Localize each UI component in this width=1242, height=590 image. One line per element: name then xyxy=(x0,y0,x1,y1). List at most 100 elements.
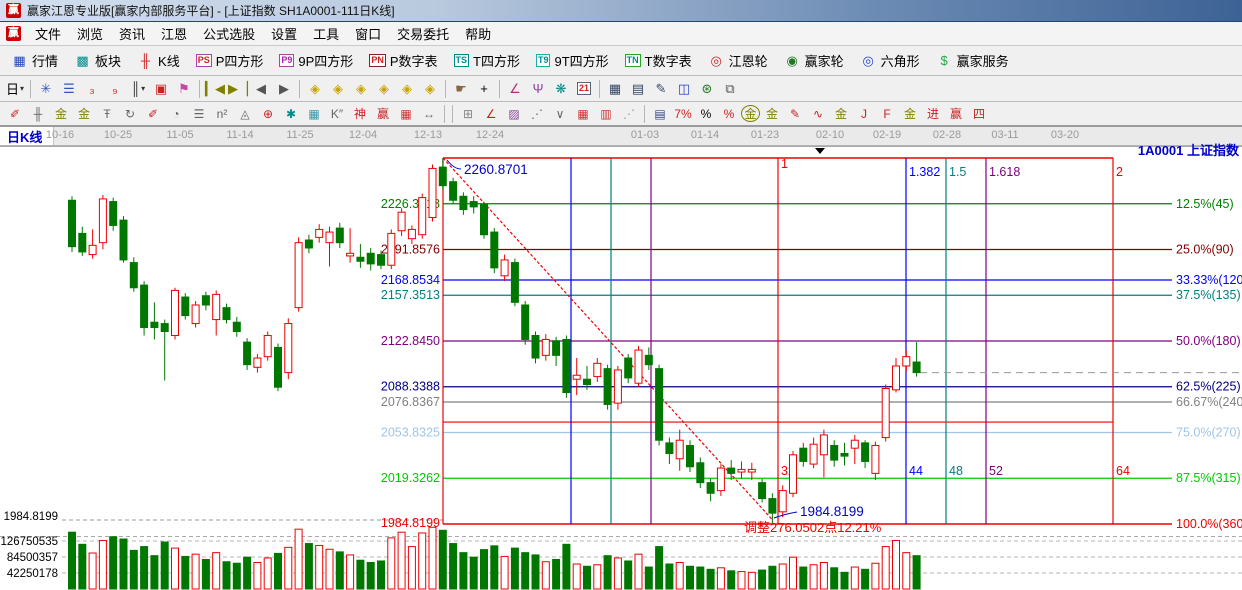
quote-board-icon[interactable]: ☰ xyxy=(58,79,80,99)
golden-slant-icon[interactable]: 金 xyxy=(899,105,921,123)
chart-area[interactable]: 1A0001 上证指数 12.5%(45)2226.361825.0%(90)2… xyxy=(0,146,1242,590)
kline-chart-canvas[interactable]: 12.5%(45)2226.361825.0%(90)2191.857633.3… xyxy=(0,146,1242,590)
grid-box-icon[interactable]: ▦ xyxy=(303,105,325,123)
candle-body-70 xyxy=(790,455,797,493)
single-candle-icon[interactable]: ║▾ xyxy=(127,79,149,99)
f-line-icon[interactable]: F xyxy=(876,105,898,123)
flower-tool-icon[interactable]: ❋ xyxy=(550,79,572,99)
quotes-button[interactable]: ▦行情 xyxy=(4,48,65,73)
golden-line-icon[interactable]: 金 xyxy=(761,105,783,123)
percent-icon[interactable]: % xyxy=(695,105,717,123)
menu-item-3[interactable]: 江恩 xyxy=(153,25,195,44)
menu-item-9[interactable]: 帮助 xyxy=(457,25,499,44)
last-page-icon[interactable]: ▶▕ xyxy=(227,79,249,99)
speed-fan-icon[interactable]: ∠ xyxy=(480,105,502,123)
web-overview-icon[interactable]: ✳ xyxy=(35,79,57,99)
winner-service-button[interactable]: $赢家服务 xyxy=(929,48,1016,73)
circle-cross-icon[interactable]: ⊕ xyxy=(257,105,279,123)
layout-grid-icon[interactable]: ⊞ xyxy=(457,105,479,123)
crosshair-icon[interactable]: + xyxy=(473,79,495,99)
ying-tool-icon[interactable]: 赢 xyxy=(372,105,394,123)
t-square-button[interactable]: TST四方形 xyxy=(447,48,527,73)
span-arrows-icon[interactable]: ↔ xyxy=(418,105,440,123)
psi-tool-icon[interactable]: Ψ xyxy=(527,79,549,99)
ruler-lines-icon[interactable]: ☰ xyxy=(188,105,210,123)
jin-slant-icon[interactable]: 进 xyxy=(922,105,944,123)
grid-123-icon[interactable]: ▦ xyxy=(395,105,417,123)
golden-line-2-icon[interactable]: 金 xyxy=(830,105,852,123)
p-number-table-button[interactable]: PNP数字表 xyxy=(362,48,444,73)
red-brush-icon[interactable]: ✐ xyxy=(4,105,26,123)
exright-box-icon[interactable]: ▣ xyxy=(150,79,172,99)
hexagon-button[interactable]: ◎六角形 xyxy=(853,48,927,73)
si-slant-icon[interactable]: 四 xyxy=(968,105,990,123)
9p-square-button[interactable]: P99P四方形 xyxy=(272,48,360,73)
time-cycle-icon[interactable]: ◔ xyxy=(165,105,187,123)
network-icon[interactable]: ⊛ xyxy=(696,79,718,99)
t-number-table-button[interactable]: TNT数字表 xyxy=(618,48,699,73)
diamond-shrink-icon[interactable]: ◈ xyxy=(373,79,395,99)
diamond-center-icon[interactable]: ◈ xyxy=(396,79,418,99)
trend-lines-icon[interactable]: ⋰ xyxy=(526,105,548,123)
golden-circle-icon[interactable]: 金 xyxy=(741,105,760,122)
j-line-icon[interactable]: J xyxy=(853,105,875,123)
next-bar-icon[interactable]: ▶ xyxy=(273,79,295,99)
menu-item-5[interactable]: 设置 xyxy=(263,25,305,44)
red-marker-icon[interactable]: ✐ xyxy=(142,105,164,123)
notepad-icon[interactable]: ✎ xyxy=(650,79,672,99)
wave-tool-icon[interactable]: ∿ xyxy=(807,105,829,123)
angle-measure-icon[interactable]: ∠ xyxy=(504,79,526,99)
price-grid-icon[interactable]: ▦ xyxy=(572,105,594,123)
candle-body-42 xyxy=(501,260,508,276)
n-square-icon[interactable]: n² xyxy=(211,105,233,123)
sectors-button[interactable]: ▩板块 xyxy=(67,48,128,73)
print-icon[interactable]: ⧉ xyxy=(719,79,741,99)
draw-candle-icon[interactable]: ✎ xyxy=(784,105,806,123)
chart-3-lines-icon[interactable]: ₃ xyxy=(81,79,103,99)
stat-board-icon[interactable]: ▤ xyxy=(649,105,671,123)
angle-fan-icon[interactable]: ◬ xyxy=(234,105,256,123)
menu-item-8[interactable]: 交易委托 xyxy=(389,25,457,44)
menu-item-0[interactable]: 文件 xyxy=(27,25,69,44)
percent-7-icon[interactable]: 7% xyxy=(672,105,694,123)
color-flag-icon[interactable]: ⚑ xyxy=(173,79,195,99)
golden-section-2-icon[interactable]: 金 xyxy=(73,105,95,123)
gann-wheel-button[interactable]: ◎江恩轮 xyxy=(701,48,775,73)
save-file-icon[interactable]: ◫ xyxy=(673,79,695,99)
spiral-5-icon[interactable]: ↻ xyxy=(119,105,141,123)
star-grid-icon[interactable]: ✱ xyxy=(280,105,302,123)
percent-line-icon[interactable]: % xyxy=(718,105,740,123)
menu-item-4[interactable]: 公式选股 xyxy=(195,25,263,44)
chart-9-lines-icon[interactable]: ₉ xyxy=(104,79,126,99)
diamond-left-icon[interactable]: ◈ xyxy=(304,79,326,99)
shen-tool-icon[interactable]: 神 xyxy=(349,105,371,123)
menu-item-2[interactable]: 资讯 xyxy=(111,25,153,44)
prev-bar-icon[interactable]: ◀ xyxy=(250,79,272,99)
menu-item-7[interactable]: 窗口 xyxy=(347,25,389,44)
p-square-button[interactable]: PSP四方形 xyxy=(189,48,271,73)
pan-hand-icon[interactable]: ☛ xyxy=(450,79,472,99)
winner-wheel-button[interactable]: ◉赢家轮 xyxy=(777,48,851,73)
kline-button[interactable]: ╫K线 xyxy=(130,48,187,73)
menu-item-6[interactable]: 工具 xyxy=(305,25,347,44)
menu-item-1[interactable]: 浏览 xyxy=(69,25,111,44)
diamond-all-icon[interactable]: ◈ xyxy=(419,79,441,99)
period-day-selector-icon[interactable]: 日▾ xyxy=(4,79,26,99)
diamond-expand-icon[interactable]: ◈ xyxy=(350,79,372,99)
price-grid-2-icon[interactable]: ▥ xyxy=(595,105,617,123)
gann-line-icon[interactable]: ╫ xyxy=(27,105,49,123)
9t-square-button[interactable]: T99T四方形 xyxy=(529,48,616,73)
f-tool-icon[interactable]: Ŧ xyxy=(96,105,118,123)
calculator-icon[interactable]: ▦ xyxy=(604,79,626,99)
calendar-21-icon[interactable]: 21 xyxy=(573,79,595,99)
parallel-lines-icon[interactable]: ⋰ xyxy=(618,105,640,123)
k-split-icon[interactable]: K″ xyxy=(326,105,348,123)
golden-section-1-icon[interactable]: 金 xyxy=(50,105,72,123)
first-page-icon[interactable]: ▎◀ xyxy=(204,79,226,99)
ying-slant-icon[interactable]: 赢 xyxy=(945,105,967,123)
zigzag-icon[interactable]: ∨ xyxy=(549,105,571,123)
calculator-2-icon[interactable]: ▤ xyxy=(627,79,649,99)
diamond-right-icon[interactable]: ◈ xyxy=(327,79,349,99)
blocks-icon: ▩ xyxy=(74,53,91,69)
speed-box-icon[interactable]: ▨ xyxy=(503,105,525,123)
